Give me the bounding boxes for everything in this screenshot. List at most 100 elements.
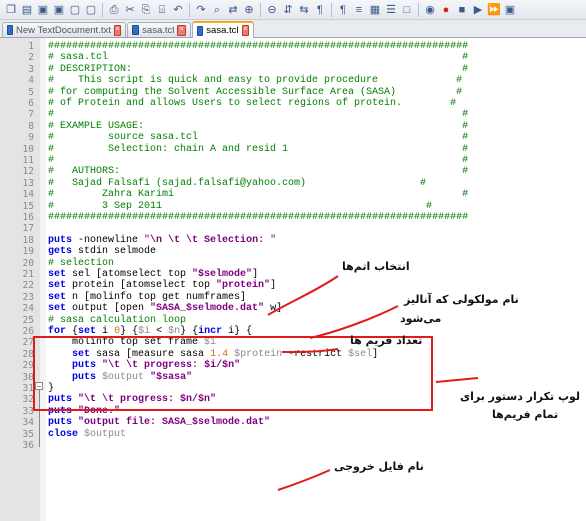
code-token: "protein" [216,280,271,292]
code-token: close [48,428,79,440]
line-number: 5 [28,86,34,98]
code-token: " [270,234,277,246]
code-token: # selection [48,257,115,269]
line-number: 6 [28,98,34,109]
sync-h-icon[interactable]: ⇆ [297,3,311,17]
close-icon[interactable]: × [113,24,121,36]
code-token: # 3 Sep 2011 # [48,200,433,212]
toolbar-separator [189,2,190,17]
line-number: 27 [22,337,34,349]
code-token: output [open [66,303,151,315]
doc-map-icon[interactable]: ▦ [368,3,382,17]
new-file-icon[interactable]: ❐ [4,3,18,17]
line-number: 23 [22,291,34,303]
stop-icon[interactable]: ■ [455,3,469,17]
sync-v-icon[interactable]: ⇵ [281,3,295,17]
line-number: 22 [22,280,34,292]
redo-icon[interactable]: ↷ [194,3,208,17]
code-token: ########################################… [48,41,469,52]
line-number: 20 [22,257,34,269]
monitor-icon[interactable]: ◉ [423,3,437,17]
undo-icon[interactable]: ↶ [171,3,185,17]
save-macro-icon[interactable]: ▣ [503,3,517,17]
function-list-icon[interactable]: ☰ [384,3,398,17]
code-line: set protein [atomselect top "protein"] [48,280,276,291]
line-number: 24 [22,303,34,315]
code-line: # EXAMPLE USAGE: # [48,121,468,132]
code-editor[interactable]: 1 2 3 4 5 6 7 8 9 10 11 12 13 14 15 16 17 18 19 20 21 22 23 24 2… [0,38,586,521]
code-token: # # [48,109,469,121]
close-icon[interactable]: ▢ [68,3,82,17]
save-icon[interactable]: ▣ [36,3,50,17]
code-token: $output [84,428,127,440]
line-number: 30 [22,371,34,383]
close-icon[interactable]: × [177,24,186,36]
tcl-file-icon [132,25,140,35]
cut-icon[interactable]: ✂ [123,3,137,17]
play-icon[interactable]: ▶ [471,3,485,17]
find-icon[interactable]: ⌕ [210,3,224,17]
replace-icon[interactable]: ⇄ [226,3,240,17]
code-token: # AUTHORS: # [48,166,469,178]
close-icon[interactable]: × [241,25,249,36]
code-line: # 3 Sep 2011 # [48,201,432,212]
wrap-icon[interactable]: ¶ [313,3,327,17]
toolbar-separator [260,2,261,17]
line-number: 14 [22,189,34,201]
line-number: 17 [22,223,34,235]
annotation-output-file: نام فایل خروجی [334,460,424,473]
code-token: gets [48,246,73,258]
indent-guide-icon[interactable]: ≡ [352,3,366,17]
tab-label: sasa.tcl [206,25,239,36]
code-token: # for computing the Solvent Accessible S… [48,86,463,98]
code-line: puts "output file: SASA_$selmode.dat" [48,417,270,428]
code-token: stdin selmode [72,246,157,258]
tab-new-textdocument[interactable]: New TextDocument.txt × [2,22,126,37]
code-token: ########################################… [48,212,469,223]
annotation-molecule-name-line1: نام مولکولی که آنالیز [404,293,519,306]
code-line: # AUTHORS: # [48,166,468,177]
code-token: -nonewline [72,234,145,246]
tab-bar: New TextDocument.txt × sasa.tcl × sasa.t… [0,20,586,38]
code-token: # Selection: chain A and resid 1 # [48,143,469,155]
zoom-in-icon[interactable]: ⊕ [242,3,256,17]
line-number: 28 [22,348,34,360]
toolbar-separator [102,2,103,17]
annotation-loop-line2: تمام فریم‌ها [492,408,559,421]
main-toolbar: ❐ ▤ ▣ ▣ ▢ ▢ ⎙ ✂ ⎘ ⌹ ↶ ↷ ⌕ ⇄ ⊕ ⊖ ⇵ ⇆ ¶ ¶ ≡ ▦ ☰ □ ◉ ● ■ ▶ ⏩ ▣ [0,0,586,20]
annotation-loop-line1: لوپ تکرار دستور برای [460,390,581,403]
loop-highlight-box [33,336,433,411]
line-number: 31 [22,383,34,394]
code-token: set [48,269,67,280]
tcl-file-icon [197,25,204,36]
line-number: 35 [22,428,34,440]
text-file-icon [7,25,13,35]
tab-sasa-tcl-1[interactable]: sasa.tcl × [127,22,191,37]
close-all-icon[interactable]: ▢ [84,3,98,17]
line-number: 15 [22,200,34,212]
code-token: puts [48,234,73,246]
save-all-icon[interactable]: ▣ [52,3,66,17]
open-icon[interactable]: ▤ [20,3,34,17]
code-token: protein [atomselect top [66,280,217,292]
code-line: # sasa calculation loop [48,315,186,326]
paste-icon[interactable]: ⌹ [155,3,169,17]
line-number: 36 [22,440,34,451]
print-icon[interactable]: ⎙ [107,3,121,17]
code-line: # Selection: chain A and resid 1 # [48,144,468,155]
folder-icon[interactable]: □ [400,3,414,17]
line-number: 34 [22,417,34,429]
tab-sasa-tcl-2[interactable]: sasa.tcl × [192,21,254,38]
code-line: # # [48,109,468,120]
zoom-out-icon[interactable]: ⊖ [265,3,279,17]
play-multi-icon[interactable]: ⏩ [487,3,501,17]
line-number: 25 [22,314,34,326]
code-line: set n [molinfo top get numframes] [48,292,246,303]
code-token: n [molinfo top get numframes] [66,291,247,303]
code-line: close $output [48,429,126,440]
copy-icon[interactable]: ⎘ [139,3,153,17]
code-token: # Sajad Falsafi (sajad.falsafi@yahoo.com… [48,177,427,189]
record-icon[interactable]: ● [439,3,453,17]
code-token: ] [270,280,277,292]
all-chars-icon[interactable]: ¶ [336,3,350,17]
